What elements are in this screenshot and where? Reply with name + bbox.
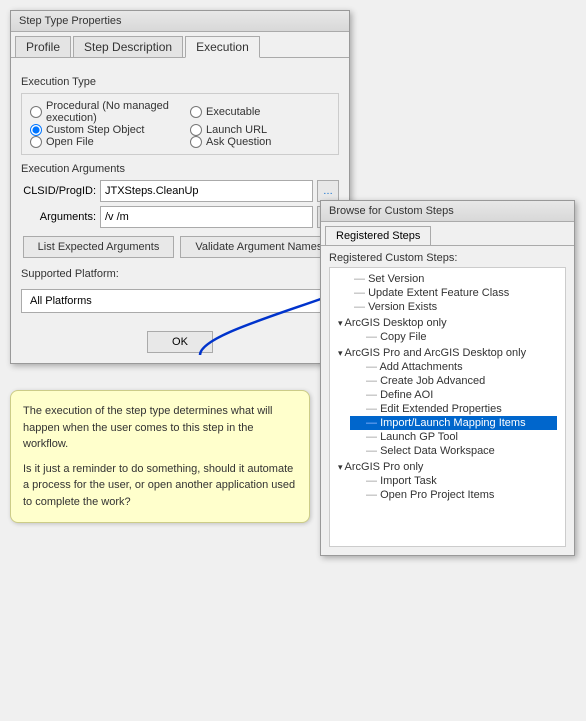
radio-executable-label: Executable	[206, 106, 260, 118]
tree-item-update-extent[interactable]: Update Extent Feature Class	[338, 286, 557, 300]
main-dialog: Step Type Properties Profile Step Descri…	[10, 10, 350, 364]
radio-open-file-label: Open File	[46, 136, 94, 148]
execution-args-section: Execution Arguments CLSID/ProgID: … Argu…	[21, 163, 339, 258]
radio-procedural-label: Procedural (No managed execution)	[46, 100, 170, 124]
tree-group-desktop: ArcGIS Desktop only Copy File	[338, 316, 557, 344]
radio-ask-question-label: Ask Question	[206, 136, 271, 148]
browse-title-text: Browse for Custom Steps	[329, 205, 454, 217]
browse-title: Browse for Custom Steps	[321, 201, 574, 222]
tree-children-pro-only: Import Task Open Pro Project Items	[338, 474, 557, 502]
registered-label: Registered Custom Steps:	[321, 246, 574, 267]
tree-item-open-pro-project[interactable]: Open Pro Project Items	[350, 488, 557, 502]
callout-box: The execution of the step type determine…	[10, 390, 310, 523]
radio-launch-url-input[interactable]	[190, 124, 202, 136]
tree-item-copy-file[interactable]: Copy File	[350, 330, 557, 344]
radio-ask-question: Ask Question	[190, 136, 330, 148]
list-expected-args-button[interactable]: List Expected Arguments	[23, 236, 175, 258]
browse-dots-icon: …	[323, 186, 333, 197]
clsid-browse-button[interactable]: …	[317, 180, 339, 202]
dialog-footer: OK	[11, 323, 349, 363]
tree-group-pro-only-label[interactable]: ArcGIS Pro only	[338, 460, 557, 474]
tab-bar: Profile Step Description Execution	[11, 32, 349, 58]
tree-item-version-exists[interactable]: Version Exists	[338, 300, 557, 314]
tree-item-edit-extended-props[interactable]: Edit Extended Properties	[350, 402, 557, 416]
radio-custom-step: Custom Step Object	[30, 124, 170, 136]
tree-item-define-aoi[interactable]: Define AOI	[350, 388, 557, 402]
radio-custom-step-label: Custom Step Object	[46, 124, 144, 136]
clsid-input[interactable]	[100, 180, 313, 202]
execution-type-section: Procedural (No managed execution) Execut…	[21, 93, 339, 155]
radio-row-1: Procedural (No managed execution) Execut…	[30, 100, 330, 124]
tree-item-import-task[interactable]: Import Task	[350, 474, 557, 488]
radio-launch-url-label: Launch URL	[206, 124, 267, 136]
tree-children-pro-desktop: Add Attachments Create Job Advanced Defi…	[338, 360, 557, 458]
radio-row-3: Open File Ask Question	[30, 136, 330, 148]
radio-ask-question-input[interactable]	[190, 136, 202, 148]
args-input[interactable]	[100, 206, 313, 228]
tree-item-select-data-workspace[interactable]: Select Data Workspace	[350, 444, 557, 458]
execution-type-label: Execution Type	[21, 76, 339, 88]
radio-launch-url: Launch URL	[190, 124, 330, 136]
clsid-label: CLSID/ProgID:	[21, 185, 96, 197]
args-row: Arguments: …	[21, 206, 339, 228]
platform-label: Supported Platform:	[21, 268, 339, 280]
tree-item-add-attachments[interactable]: Add Attachments	[350, 360, 557, 374]
validate-arg-names-button[interactable]: Validate Argument Names	[180, 236, 337, 258]
radio-procedural: Procedural (No managed execution)	[30, 100, 170, 124]
browse-tab-bar: Registered Steps	[321, 222, 574, 246]
tree-item-set-version[interactable]: Set Version	[338, 272, 557, 286]
tree-children-desktop: Copy File	[338, 330, 557, 344]
tree-group-desktop-label[interactable]: ArcGIS Desktop only	[338, 316, 557, 330]
tab-step-description[interactable]: Step Description	[73, 36, 183, 57]
radio-open-file-input[interactable]	[30, 136, 42, 148]
radio-custom-step-input[interactable]	[30, 124, 42, 136]
dialog-title: Step Type Properties	[11, 11, 349, 32]
ok-button[interactable]: OK	[147, 331, 213, 353]
callout-text-2: Is it just a reminder to do something, s…	[23, 461, 297, 511]
tab-profile[interactable]: Profile	[15, 36, 71, 57]
radio-executable: Executable	[190, 106, 330, 118]
tree-group-pro-desktop: ArcGIS Pro and ArcGIS Desktop only Add A…	[338, 346, 557, 458]
execution-args-label: Execution Arguments	[21, 163, 339, 175]
tree-group-pro-desktop-label[interactable]: ArcGIS Pro and ArcGIS Desktop only	[338, 346, 557, 360]
browse-tab-registered[interactable]: Registered Steps	[325, 226, 431, 245]
dialog-content: Execution Type Procedural (No managed ex…	[11, 58, 349, 323]
radio-open-file: Open File	[30, 136, 170, 148]
args-label: Arguments:	[21, 211, 96, 223]
radio-executable-input[interactable]	[190, 106, 202, 118]
platform-section: Supported Platform: All Platforms ArcGIS…	[21, 268, 339, 313]
tab-execution[interactable]: Execution	[185, 36, 260, 58]
tree-list: Set Version Update Extent Feature Class …	[329, 267, 566, 547]
tree-group-pro-only: ArcGIS Pro only Import Task Open Pro Pro…	[338, 460, 557, 502]
clsid-row: CLSID/ProgID: …	[21, 180, 339, 202]
title-text: Step Type Properties	[19, 15, 122, 27]
radio-procedural-input[interactable]	[30, 106, 42, 118]
tree-item-create-job-advanced[interactable]: Create Job Advanced	[350, 374, 557, 388]
tree-item-launch-gp-tool[interactable]: Launch GP Tool	[350, 430, 557, 444]
arg-buttons: List Expected Arguments Validate Argumen…	[21, 236, 339, 258]
callout-text-1: The execution of the step type determine…	[23, 403, 297, 453]
radio-row-2: Custom Step Object Launch URL	[30, 124, 330, 136]
browse-dialog: Browse for Custom Steps Registered Steps…	[320, 200, 575, 556]
platform-select[interactable]: All Platforms ArcGIS Desktop only ArcGIS…	[21, 289, 339, 313]
tree-item-import-launch-mapping[interactable]: Import/Launch Mapping Items	[350, 416, 557, 430]
